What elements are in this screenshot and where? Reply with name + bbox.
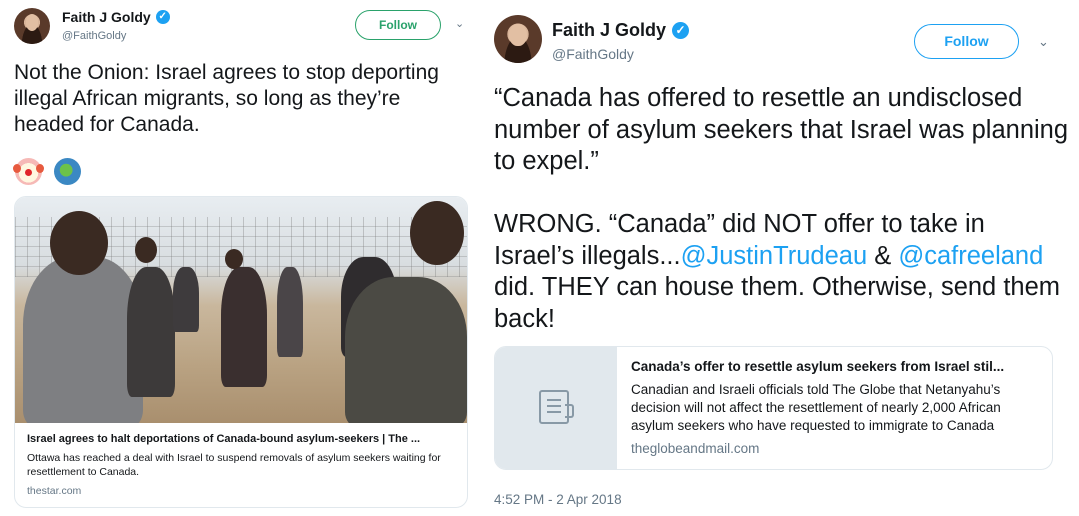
card-title[interactable]: Canada’s offer to resettle asylum seeker… [631, 359, 1041, 374]
follow-button[interactable]: Follow [914, 24, 1019, 59]
card-domain: thestar.com [27, 485, 82, 497]
card-description: Canadian and Israeli officials told The … [631, 382, 1001, 433]
chevron-down-icon[interactable]: ⌄ [1038, 34, 1049, 50]
avatar[interactable] [494, 15, 542, 63]
left-tweet: Faith J Goldy ✓ @FaithGoldy Follow ⌄ Not… [0, 0, 480, 516]
author-name-text[interactable]: Faith J Goldy [552, 20, 666, 41]
author-name[interactable]: Faith J Goldy ✓ [62, 9, 170, 25]
follow-button[interactable]: Follow [355, 10, 441, 40]
author-handle[interactable]: @FaithGoldy [62, 30, 126, 42]
tweet-text-part2: did. THEY can house them. Otherwise, sen… [494, 273, 1061, 333]
mention-link-cafreeland[interactable]: @cafreeland [898, 242, 1043, 270]
tweet-timestamp[interactable]: 4:52 PM - 2 Apr 2018 [494, 492, 622, 507]
card-photo [15, 197, 467, 423]
author-handle[interactable]: @FaithGoldy [552, 46, 634, 62]
verified-badge-icon: ✓ [672, 22, 690, 39]
link-card[interactable]: Canada’s offer to resettle asylum seeker… [494, 346, 1053, 470]
card-domain: theglobeandmail.com [631, 441, 760, 456]
tweet-text: Not the Onion: Israel agrees to stop dep… [14, 61, 439, 136]
tweet-text-amp: & [867, 241, 899, 270]
verified-badge-icon: ✓ [155, 10, 170, 24]
avatar[interactable] [14, 8, 50, 44]
card-title[interactable]: Israel agrees to halt deportations of Ca… [27, 433, 459, 445]
clown-face-icon [13, 158, 44, 185]
tweet-quote: “Canada has offered to resettle an undis… [494, 84, 1069, 175]
chevron-down-icon[interactable]: ⌄ [455, 17, 464, 30]
author-name-text[interactable]: Faith J Goldy [62, 9, 151, 25]
author-name[interactable]: Faith J Goldy ✓ [552, 20, 690, 41]
globe-icon [54, 158, 81, 185]
right-tweet: Faith J Goldy ✓ @FaithGoldy Follow ⌄ “Ca… [480, 0, 1079, 516]
card-description: Ottawa has reached a deal with Israel to… [27, 452, 441, 478]
link-card[interactable]: Israel agrees to halt deportations of Ca… [14, 196, 468, 508]
tweet-text: “Canada has offered to resettle an undis… [494, 83, 1069, 335]
document-icon [539, 390, 574, 424]
card-thumbnail [495, 347, 617, 469]
mention-link-justintrudeau[interactable]: @JustinTrudeau [681, 242, 868, 270]
